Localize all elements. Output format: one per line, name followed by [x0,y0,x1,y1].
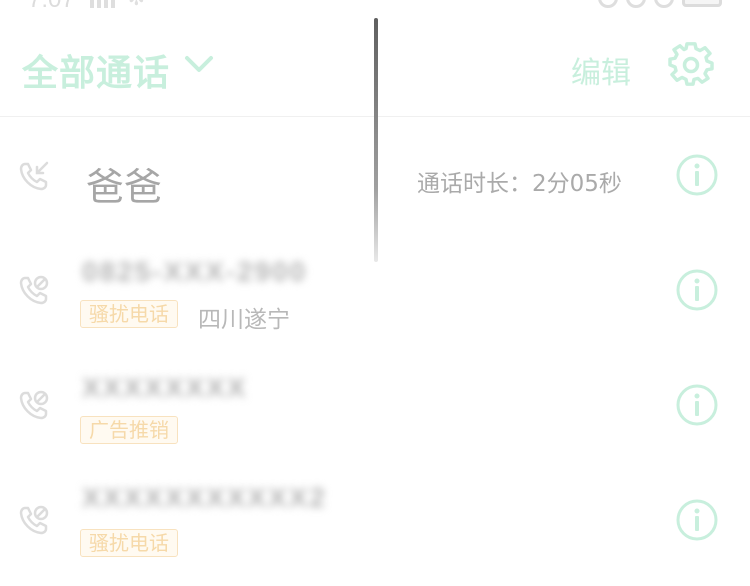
blocked-call-icon [19,505,49,535]
call-filter-title[interactable]: 全部通话 [22,44,170,96]
incoming-call-icon [19,161,49,191]
number-location: 四川遂宁 [198,307,290,333]
clock-icon [654,0,674,8]
phone-number: XXXXXXXXXXX2 [82,482,328,513]
edit-button[interactable]: 编辑 [571,48,631,92]
sync-icon: ✻ [128,0,145,8]
settings-gear-icon[interactable] [668,42,714,88]
info-icon[interactable] [676,154,718,196]
phone-number: 0825-XXX-2900 [82,256,308,287]
eye-comfort-icon [626,0,646,8]
call-duration: 通话时长：2分05秒 [417,171,622,197]
alarm-icon [598,0,618,8]
call-log-row[interactable]: XXXXXXXXXXX2 骚扰电话 [0,472,750,586]
call-log-row[interactable]: XXXXXXXX 广告推销 [0,356,750,470]
status-bar: 7:07 ✻ [0,0,750,14]
phone-number: XXXXXXXX [82,372,248,403]
status-time: 7:07 [28,0,75,14]
info-icon[interactable] [676,384,718,426]
info-icon[interactable] [676,499,718,541]
spam-tag: 骚扰电话 [80,300,178,328]
battery-icon [682,0,722,7]
call-log-row[interactable]: 0825-XXX-2900 骚扰电话 四川遂宁 [0,240,750,354]
contact-name: 爸爸 [86,165,163,209]
chevron-down-icon[interactable] [184,54,214,74]
spam-tag: 骚扰电话 [80,529,178,557]
signal-icon [90,0,116,8]
info-icon[interactable] [676,269,718,311]
blocked-call-icon [19,275,49,305]
blocked-call-icon [19,390,49,420]
status-icons [598,0,722,8]
call-log-row[interactable]: 爸爸 通话时长：2分05秒 [0,120,750,234]
ad-tag: 广告推销 [80,416,178,444]
